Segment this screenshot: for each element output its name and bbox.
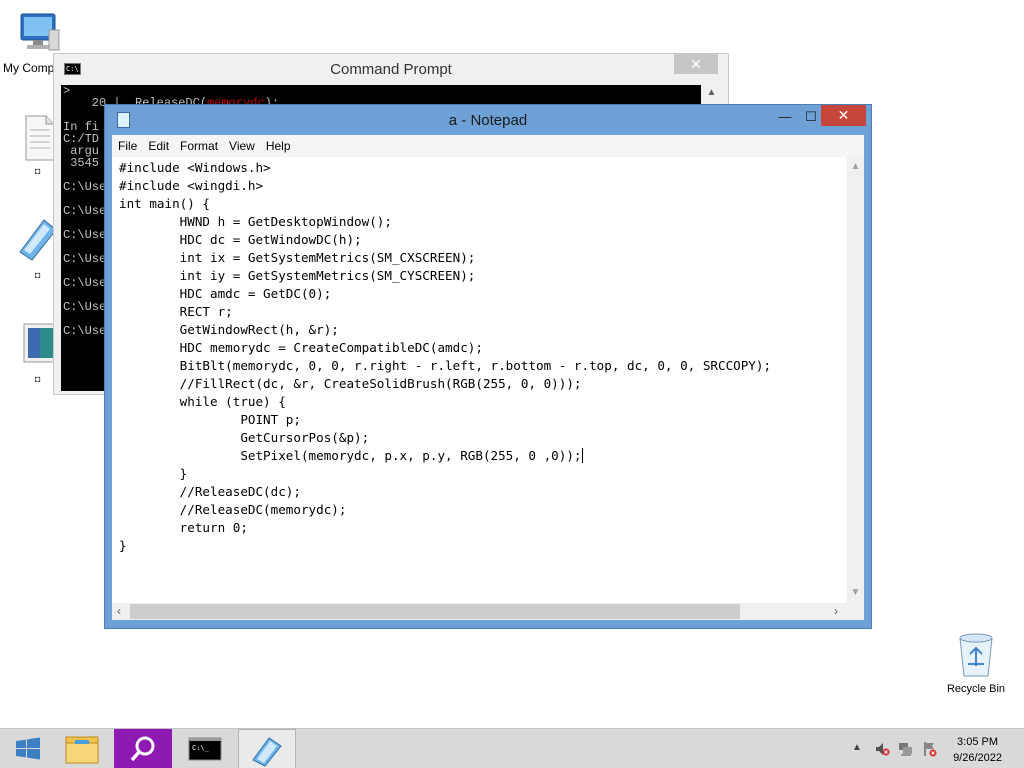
menu-bar: File Edit Format View Help [112, 135, 864, 157]
system-clock[interactable]: 3:05 PM 9/26/2022 [953, 734, 1002, 766]
folder-icon [65, 736, 99, 764]
menu-edit[interactable]: Edit [142, 135, 174, 153]
text-editor[interactable]: #include <Windows.h> #include <wingdi.h> i… [112, 157, 847, 603]
code-line: int iy = GetSystemMetrics(SM_CYSCREEN); [119, 268, 476, 283]
text-caret [581, 448, 583, 463]
scroll-right-icon[interactable]: › [834, 604, 838, 618]
taskbar-search-app[interactable] [114, 729, 172, 768]
code-line: POINT p; [119, 412, 301, 427]
recycle-bin-label: Recycle Bin [946, 683, 1006, 695]
command-prompt-title: Command Prompt [330, 61, 452, 78]
action-center-icon[interactable] [922, 741, 938, 757]
clock-time: 3:05 PM [957, 736, 999, 748]
shortcut-overlay-icon: ◘ [35, 166, 41, 176]
code-line: HDC memorydc = CreateCompatibleDC(amdc); [119, 340, 483, 355]
recycle-bin-icon [959, 633, 993, 677]
shortcut-overlay-icon: ◘ [35, 270, 41, 280]
svg-text:C:\_: C:\_ [192, 744, 210, 752]
close-button[interactable]: ✕ [821, 105, 866, 126]
shortcut-overlay-icon: ◘ [35, 374, 41, 384]
notepad-icon [252, 737, 282, 767]
code-line: return 0; [119, 520, 248, 535]
code-line: RECT r; [119, 304, 233, 319]
scroll-down-icon[interactable]: ▼ [847, 587, 864, 598]
minimize-button[interactable]: — [772, 107, 798, 127]
network-icon[interactable] [898, 741, 914, 757]
code-line: //ReleaseDC(memorydc); [119, 502, 347, 517]
notepad-window[interactable]: a - Notepad — ☐ ✕ File Edit Format View Help… [104, 104, 872, 629]
notepad-title: a - Notepad [448, 112, 528, 129]
menu-help[interactable]: Help [260, 135, 296, 153]
notepad-titlebar[interactable]: a - Notepad — ☐ ✕ [105, 105, 871, 135]
taskbar: C:\_ ▲ 3:05 PM 9/26/2022 [0, 728, 1024, 768]
show-hidden-icons-icon[interactable]: ▲ [852, 742, 862, 753]
cmd-icon: C:\_ [188, 737, 222, 761]
menu-format[interactable]: Format [174, 135, 223, 153]
taskbar-command-prompt[interactable]: C:\_ [176, 729, 234, 768]
command-prompt-titlebar[interactable]: C:\ Command Prompt ✕ [54, 54, 728, 84]
horizontal-scrollbar[interactable]: ‹ › [112, 603, 847, 620]
computer-icon [20, 13, 60, 51]
code-line: #include <Windows.h> [119, 160, 271, 175]
magnifier-icon [130, 736, 155, 762]
horizontal-scroll-thumb[interactable] [130, 604, 740, 619]
code-line: GetWindowRect(h, &r); [119, 322, 339, 337]
code-line: GetCursorPos(&p); [119, 430, 370, 445]
menu-view[interactable]: View [223, 135, 260, 153]
code-line: BitBlt(memorydc, 0, 0, r.right - r.left,… [119, 358, 772, 373]
code-line: //FillRect(dc, &r, CreateSolidBrush(RGB(… [119, 376, 582, 391]
code-line: while (true) { [119, 394, 286, 409]
desktop-icon-recycle-bin[interactable]: Recycle Bin [940, 630, 1012, 695]
close-button[interactable]: ✕ [674, 54, 718, 74]
start-button[interactable] [0, 729, 58, 768]
taskbar-notepad[interactable] [238, 729, 296, 768]
code-line: int main() { [119, 196, 210, 211]
code-line: } [119, 538, 127, 553]
windows-logo-icon [16, 737, 40, 760]
code-line: #include <wingdi.h> [119, 178, 264, 193]
taskbar-file-explorer[interactable] [53, 729, 111, 768]
code-line: int ix = GetSystemMetrics(SM_CXSCREEN); [119, 250, 476, 265]
code-line: //ReleaseDC(dc); [119, 484, 301, 499]
volume-muted-icon[interactable] [874, 741, 890, 757]
code-line: } [119, 466, 188, 481]
scrollbar-corner [847, 603, 864, 620]
clock-date: 9/26/2022 [953, 752, 1002, 764]
scroll-up-icon[interactable]: ▲ [847, 161, 864, 172]
code-line: HDC dc = GetWindowDC(h); [119, 232, 362, 247]
code-line: HDC amdc = GetDC(0); [119, 286, 332, 301]
code-line: SetPixel(memorydc, p.x, p.y, RGB(255, 0 … [119, 448, 583, 463]
scroll-left-icon[interactable]: ‹ [117, 604, 121, 618]
vertical-scrollbar[interactable]: ▲ ▼ [847, 157, 864, 603]
scroll-up-icon[interactable]: ▲ [703, 87, 720, 98]
menu-file[interactable]: File [112, 135, 142, 153]
code-line: HWND h = GetDesktopWindow(); [119, 214, 392, 229]
